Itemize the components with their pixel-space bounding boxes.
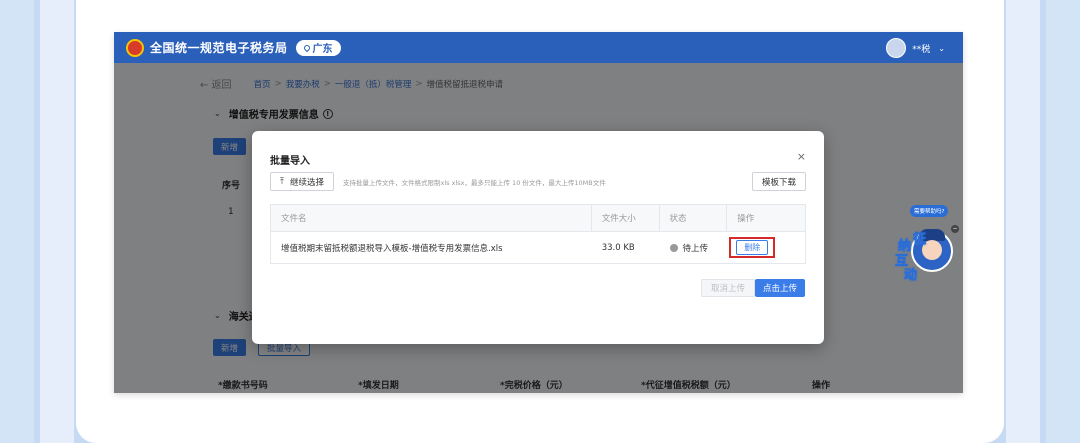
- mascot-char-dong: 动: [904, 268, 918, 284]
- delete-button[interactable]: 删除: [736, 240, 769, 255]
- header-operation: 操作: [737, 214, 755, 224]
- operation-cell: 删除: [727, 232, 805, 263]
- upload-icon: ⤒: [280, 176, 284, 187]
- background-band-left: [0, 0, 34, 443]
- user-menu[interactable]: **税 ⌄: [886, 38, 945, 58]
- minimize-icon[interactable]: −: [951, 225, 959, 233]
- header-status: 状态: [660, 205, 728, 231]
- file-size-cell: 33.0 KB: [601, 242, 635, 253]
- background-inner-left: [40, 0, 74, 443]
- continue-select-label: 继续选择: [289, 177, 324, 188]
- location-pin-icon: [302, 43, 311, 52]
- pending-clock-icon: [669, 243, 678, 252]
- user-name: **税: [912, 44, 931, 55]
- tax-emblem-icon: [126, 38, 144, 57]
- submit-upload-button[interactable]: 点击上传: [755, 279, 806, 297]
- header-file-size: 文件大小: [592, 205, 660, 231]
- region-label: 广东: [312, 44, 333, 55]
- close-icon[interactable]: ×: [797, 150, 806, 163]
- help-bubble[interactable]: 需要帮助吗?: [910, 205, 949, 217]
- dialog-title: 批量导入: [270, 156, 310, 167]
- top-bar: 全国统一规范电子税务局 广东 **税 ⌄: [114, 32, 963, 63]
- upload-hint: 支持批量上传文件，文件格式限制xls xlsx，最多只能上传 10 份文件，最大…: [343, 179, 606, 187]
- header-file-name: 文件名: [271, 205, 592, 231]
- batch-import-dialog: 批量导入 × ⤒ 继续选择 支持批量上传文件，文件格式限制xls xlsx，最多…: [252, 131, 824, 344]
- cancel-upload-button[interactable]: 取消上传: [701, 279, 756, 297]
- region-selector[interactable]: 广东: [295, 39, 341, 56]
- chevron-down-icon: ⌄: [938, 43, 945, 53]
- status-text: 待上传: [682, 243, 709, 254]
- continue-select-button[interactable]: ⤒ 继续选择: [270, 172, 334, 191]
- file-table-header: 文件名 文件大小 状态 操作: [271, 205, 805, 232]
- file-table: 文件名 文件大小 状态 操作 增值税期末留抵税额退税导入模板-增值税专用发票信息…: [270, 204, 806, 264]
- background-inner-right: [1006, 0, 1040, 443]
- template-download-button[interactable]: 模板下载: [751, 172, 806, 191]
- site-title: 全国统一规范电子税务局: [150, 41, 288, 55]
- background-band-right: [1046, 0, 1080, 443]
- app-screenshot: 全国统一规范电子税务局 广东 **税 ⌄ ← 返回 首页 > 我要办税 > 一般…: [114, 32, 963, 393]
- status-cell: 待上传: [660, 232, 728, 263]
- highlight-box: 删除: [729, 237, 776, 258]
- assistant-widget[interactable]: 需要帮助吗? 征 纳 互 动 −: [893, 205, 959, 285]
- table-row: 增值税期末留抵税额退税导入模板-增值税专用发票信息.xls 33.0 KB 待上…: [271, 232, 805, 263]
- avatar: [886, 38, 907, 58]
- file-name-cell: 增值税期末留抵税额退税导入模板-增值税专用发票信息.xls: [281, 243, 503, 254]
- mascot-char-zheng: 征: [913, 232, 927, 248]
